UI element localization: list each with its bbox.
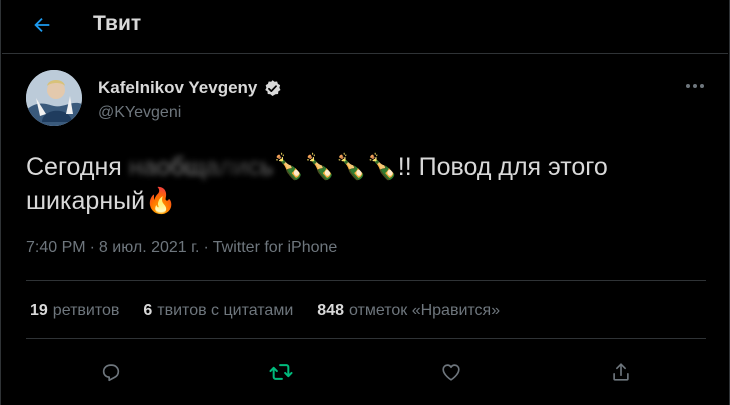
avatar-photo-icon	[26, 70, 82, 126]
tweet: Kafelnikov Yevgeny @KYevgeni Сегодня нао…	[2, 53, 728, 405]
retweets-stat[interactable]: 19 ретвитов	[30, 302, 119, 320]
tweet-date[interactable]: 8 июл. 2021 г.	[99, 239, 200, 257]
retweet-button[interactable]	[264, 356, 298, 388]
tweet-text-censored: наобщались	[128, 153, 274, 181]
tweet-text-part1: Сегодня	[26, 153, 129, 181]
fire-emoji-icon: 🔥	[145, 187, 177, 215]
tweet-meta: 7:40 PM · 8 июл. 2021 г. · Twitter for i…	[26, 239, 337, 257]
share-button[interactable]	[604, 356, 638, 388]
reply-button[interactable]	[94, 356, 128, 388]
tweet-source[interactable]: Twitter for iPhone	[213, 239, 338, 257]
retweets-count: 19	[30, 302, 48, 319]
meta-separator: ·	[89, 239, 95, 256]
quotes-stat[interactable]: 6 твитов с цитатами	[143, 302, 293, 320]
like-button[interactable]	[434, 356, 468, 388]
likes-count: 848	[317, 302, 344, 319]
tweet-time[interactable]: 7:40 PM	[26, 239, 86, 257]
reply-icon	[102, 364, 120, 382]
author-name-row: Kafelnikov Yevgeny	[98, 78, 282, 98]
back-arrow-icon	[34, 17, 50, 33]
retweet-icon	[269, 364, 293, 380]
tweet-page: Твит Kafelnikov Yevgeny @KYevgeni Сегодн…	[0, 0, 730, 405]
likes-label: отметок «Нравится»	[348, 302, 501, 319]
back-button[interactable]	[27, 10, 57, 40]
retweets-label: ретвитов	[52, 302, 120, 319]
champagne-emoji-icon: 🍾🍾🍾🍾	[273, 153, 398, 181]
quotes-count: 6	[143, 302, 153, 319]
page-title: Твит	[93, 12, 142, 35]
action-bar	[26, 356, 706, 388]
quotes-label: твитов с цитатами	[157, 302, 294, 319]
verified-badge-icon	[265, 79, 281, 96]
author-handle[interactable]: @KYevgeni	[98, 104, 181, 122]
tweet-text: Сегодня наобщались🍾🍾🍾🍾!! Повод для этого…	[26, 150, 706, 218]
divider	[26, 280, 706, 281]
share-icon	[613, 363, 629, 381]
more-button[interactable]	[680, 76, 710, 96]
tweet-stats: 19 ретвитов 6 твитов с цитатами 848 отме…	[30, 302, 500, 320]
meta-separator: ·	[203, 239, 209, 256]
more-dots-icon	[686, 84, 704, 88]
divider	[26, 338, 706, 339]
author-display-name[interactable]: Kafelnikov Yevgeny	[98, 78, 257, 98]
heart-icon	[442, 364, 460, 381]
avatar[interactable]	[26, 70, 82, 126]
top-bar: Твит	[1, 0, 730, 53]
likes-stat[interactable]: 848 отметок «Нравится»	[317, 302, 500, 320]
